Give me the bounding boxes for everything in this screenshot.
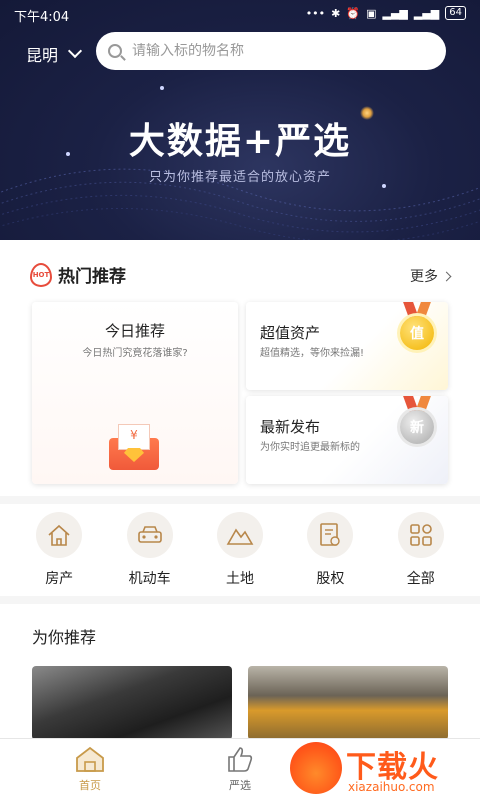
card-title: 今日推荐 xyxy=(104,322,165,340)
tab-home[interactable]: 首页 xyxy=(60,745,120,793)
tab-select[interactable]: 严选 xyxy=(210,745,270,793)
hot-section: HOT 热门推荐 更多 今日推荐 今日热门究竟花落谁家? ¥ 超值资产 超值精选… xyxy=(0,240,480,496)
card-subtitle: 今日热门究竟花落谁家? xyxy=(82,348,188,359)
status-icons: ••• ✱ ⏰ ▣ ▂▄▆ ▂▄▆ 64 xyxy=(306,6,466,20)
latest-card[interactable]: 最新发布 为你实时追更最新标的 新 xyxy=(246,396,448,484)
star-dot xyxy=(160,86,164,90)
gift-icon: ¥ xyxy=(104,424,164,470)
alarm-icon: ⏰ xyxy=(346,6,361,20)
value-card[interactable]: 超值资产 超值精选，等你来捡漏! 值 xyxy=(246,302,448,390)
today-card[interactable]: 今日推荐 今日热门究竟花落谁家? ¥ xyxy=(32,302,238,484)
search-bar[interactable] xyxy=(96,32,446,70)
recommend-section: 为你推荐 xyxy=(0,604,480,740)
more-link[interactable]: 更多 xyxy=(410,266,452,286)
recommend-item-image[interactable] xyxy=(248,666,448,740)
home-icon xyxy=(76,746,104,772)
category-label: 全部 xyxy=(406,571,435,587)
battery-icon: 64 xyxy=(445,6,466,20)
category-equity[interactable]: 股权 xyxy=(290,504,370,596)
card-subtitle: 超值精选，等你来捡漏! xyxy=(260,348,365,359)
category-bar: 房产 机动车 土地 股权 全部 xyxy=(0,504,480,596)
category-all[interactable]: 全部 xyxy=(381,504,461,596)
status-bar: 下午4:04 ••• ✱ ⏰ ▣ ▂▄▆ ▂▄▆ 64 xyxy=(0,0,480,28)
house-icon xyxy=(36,512,83,558)
silver-medal-icon: 新 xyxy=(400,410,434,444)
card-subtitle: 为你实时追更最新标的 xyxy=(260,442,360,453)
category-label: 房产 xyxy=(45,571,74,587)
mountain-icon xyxy=(216,512,263,558)
hd-icon: ▣ xyxy=(366,6,377,20)
gold-medal-icon: 值 xyxy=(400,316,434,350)
recommend-item-image[interactable] xyxy=(32,666,232,740)
tab-label: 首页 xyxy=(79,779,101,792)
category-house[interactable]: 房产 xyxy=(19,504,99,596)
city-label: 昆明 xyxy=(26,46,59,65)
certificate-icon xyxy=(307,512,354,558)
card-title: 超值资产 xyxy=(260,324,321,342)
grid-icon xyxy=(397,512,444,558)
category-label: 机动车 xyxy=(128,571,171,587)
signal-icon: ▂▄▆ xyxy=(382,6,408,20)
section-title: 热门推荐 xyxy=(58,267,126,287)
car-icon xyxy=(126,512,173,558)
signal-icon: ▂▄▆ xyxy=(413,6,440,20)
watermark-url: xiazaihuo.com xyxy=(348,780,435,794)
section-title: 为你推荐 xyxy=(32,628,97,647)
hot-header: HOT 热门推荐 xyxy=(30,262,126,287)
tab-label: 严选 xyxy=(229,779,251,792)
search-input[interactable] xyxy=(132,43,412,59)
thumbs-up-icon xyxy=(228,747,253,772)
banner-title: 大数据+严选 xyxy=(128,121,352,162)
category-land[interactable]: 土地 xyxy=(200,504,280,596)
flame-logo-icon xyxy=(290,742,342,794)
search-icon xyxy=(108,44,122,58)
city-selector[interactable]: 昆明 xyxy=(26,42,83,66)
banner-subtitle: 只为你推荐最适合的放心资产 xyxy=(148,170,331,185)
category-label: 股权 xyxy=(316,571,345,587)
card-title: 最新发布 xyxy=(260,418,321,436)
yuan-symbol: ¥ xyxy=(118,424,150,450)
bluetooth-icon: ✱ xyxy=(331,6,341,20)
chevron-down-icon xyxy=(67,43,83,59)
category-vehicle[interactable]: 机动车 xyxy=(110,504,190,596)
watermark: 下载火 xiazaihuo.com xyxy=(290,742,470,798)
status-time: 下午4:04 xyxy=(14,10,70,25)
dots-icon: ••• xyxy=(305,6,326,20)
chevron-right-icon xyxy=(441,271,452,281)
category-label: 土地 xyxy=(225,571,254,587)
more-label: 更多 xyxy=(410,269,438,285)
flame-icon: HOT xyxy=(30,262,52,287)
